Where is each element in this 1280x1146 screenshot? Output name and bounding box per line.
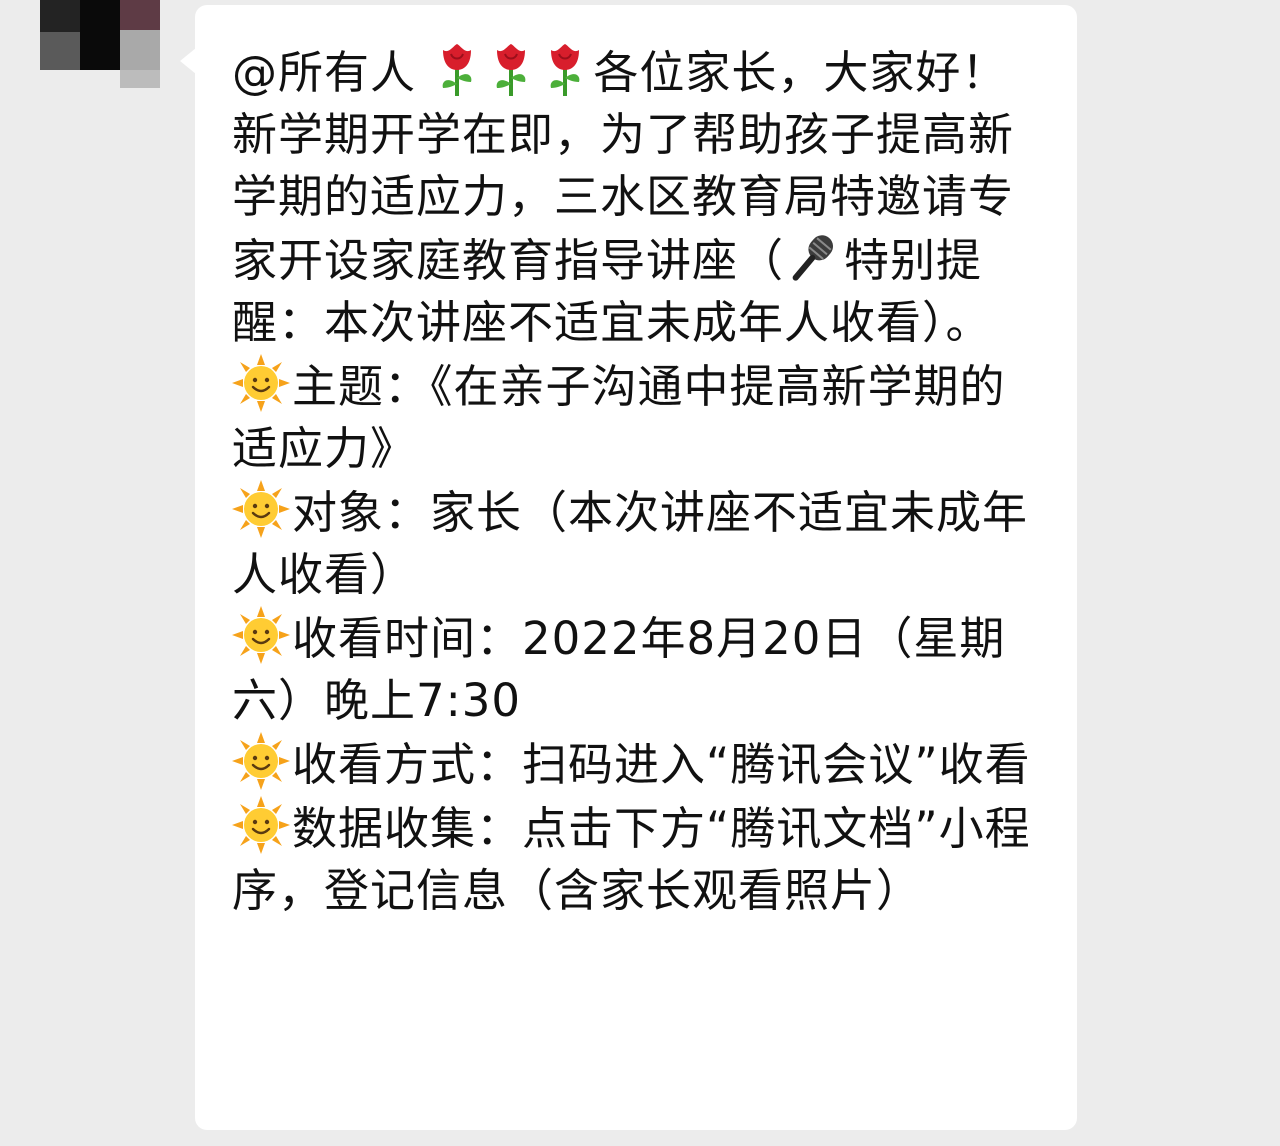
sun-with-face-icon bbox=[232, 796, 290, 854]
message-line-1: @所有人 bbox=[232, 46, 432, 99]
rose-icon bbox=[485, 40, 537, 98]
rose-icon bbox=[431, 40, 483, 98]
message-line-method: 收看方式：扫码进入“腾讯会议”收看 bbox=[292, 738, 1031, 791]
sun-with-face-icon bbox=[232, 606, 290, 664]
sun-with-face-icon bbox=[232, 354, 290, 412]
message-line-time: 收看时间：2022年8月20日（星期六）晚上7:30 bbox=[232, 612, 1006, 727]
sender-avatar[interactable] bbox=[40, 0, 160, 88]
microphone-icon bbox=[784, 228, 842, 286]
sun-with-face-icon bbox=[232, 732, 290, 790]
rose-icon bbox=[539, 40, 591, 98]
message-line-topic: 主题：《在亲子沟通中提高新学期的适应力》 bbox=[232, 360, 1006, 475]
message-text: @所有人 各位家长，大家好！新学期开学在即，为了帮助孩子提高新学期的适应力，三水… bbox=[232, 40, 1044, 922]
message-line-audience: 对象：家长（本次讲座不适宜未成年人收看） bbox=[232, 486, 1029, 601]
sun-with-face-icon bbox=[232, 480, 290, 538]
message-line-data: 数据收集：点击下方“腾讯文档”小程序，登记信息（含家长观看照片） bbox=[232, 802, 1031, 917]
bubble-tail bbox=[180, 48, 196, 74]
